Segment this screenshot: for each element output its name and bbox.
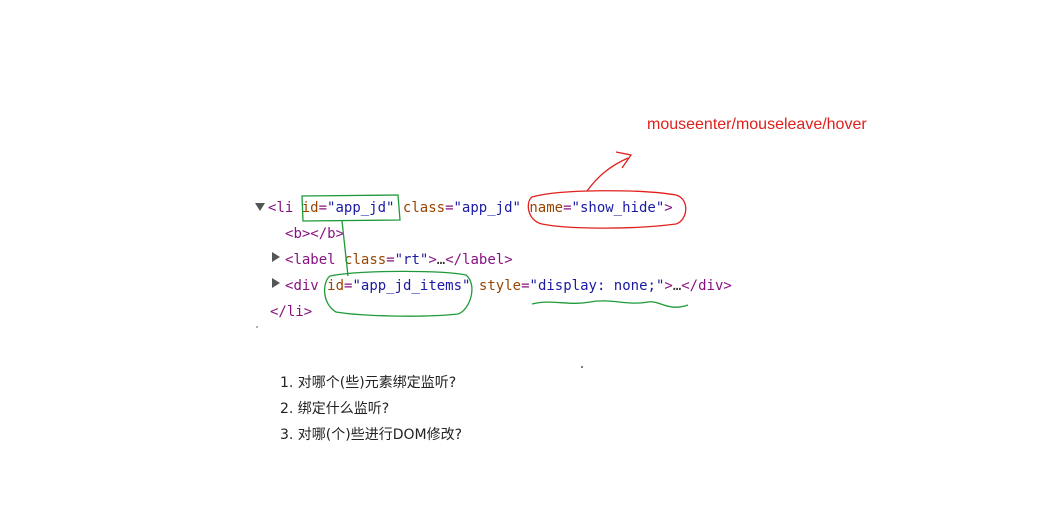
attr-name: class [344, 252, 387, 268]
tag-name: div [293, 278, 319, 294]
attr-eq: = [318, 200, 328, 216]
dom-node-li[interactable]: <li id="app_jd" class="app_jd" name="sho… [268, 195, 673, 221]
dom-node-div[interactable]: <div id="app_jd_items" style="display: n… [285, 273, 732, 299]
tag-name: b [293, 226, 302, 242]
question-item: 3. 对哪(个)些进行DOM修改? [280, 427, 463, 443]
tag-close: > [504, 252, 513, 268]
question-list: 1. 对哪个(些)元素绑定监听? 2. 绑定什么监听? 3. 对哪(个)些进行D… [280, 372, 462, 450]
expand-toggle-li[interactable] [255, 203, 265, 211]
expand-toggle-div[interactable] [272, 278, 280, 288]
dom-node-b[interactable]: <b></b> [285, 221, 344, 247]
attr-eq: = [386, 252, 395, 268]
tag-name: li [276, 200, 294, 216]
tag-close: > [428, 252, 437, 268]
attr-eq: = [563, 200, 572, 216]
question-item: 1. 对哪个(些)元素绑定监听? [280, 375, 457, 391]
dom-node-label[interactable]: <label class="rt">…</label> [285, 247, 513, 273]
red-arrowhead [615, 151, 633, 169]
tag-name: b [327, 226, 336, 242]
hand-drawn-annotations [256, 151, 689, 368]
tag-close: > [723, 278, 732, 294]
tag-close: > [664, 200, 673, 216]
attr-eq: = [445, 200, 454, 216]
dom-node-li-close[interactable]: </li> [270, 299, 312, 325]
collapsed-ellipsis[interactable]: … [673, 278, 681, 294]
speck [256, 326, 258, 328]
tag-close: > [335, 226, 345, 242]
expand-toggle-label[interactable] [272, 252, 280, 262]
tag-name: li [286, 304, 304, 320]
tag-name: div [698, 278, 724, 294]
collapsed-ellipsis[interactable]: … [437, 252, 445, 268]
attr-name: class [402, 200, 446, 216]
attr-eq: = [521, 278, 530, 294]
attr-value: "show_hide" [571, 200, 665, 216]
end-tag-open: </ [681, 278, 699, 294]
green-underline [531, 300, 689, 308]
attr-value: "app_jd" [327, 200, 395, 216]
attr-value: "display: none;" [529, 278, 665, 294]
tag-name: label [462, 252, 505, 268]
tag-mid: ></ [301, 226, 328, 242]
attr-name: name [529, 200, 564, 216]
attr-name: id [327, 278, 345, 294]
tag-close: > [303, 304, 313, 320]
end-tag-open: </ [445, 252, 463, 268]
attr-value: "rt" [394, 252, 429, 268]
question-item: 2. 绑定什么监听? [280, 401, 390, 417]
annotation-label: mouseenter/mouseleave/hover [647, 116, 867, 133]
tag-name: label [293, 252, 336, 268]
red-arrow [586, 157, 629, 192]
attr-name: style [478, 278, 522, 294]
attr-value: "app_jd" [453, 200, 521, 216]
attr-value: "app_jd_items" [352, 278, 471, 294]
end-tag-open: </ [270, 304, 287, 320]
attr-name: id [301, 200, 319, 216]
tag-close: > [664, 278, 673, 294]
speck [581, 366, 583, 368]
